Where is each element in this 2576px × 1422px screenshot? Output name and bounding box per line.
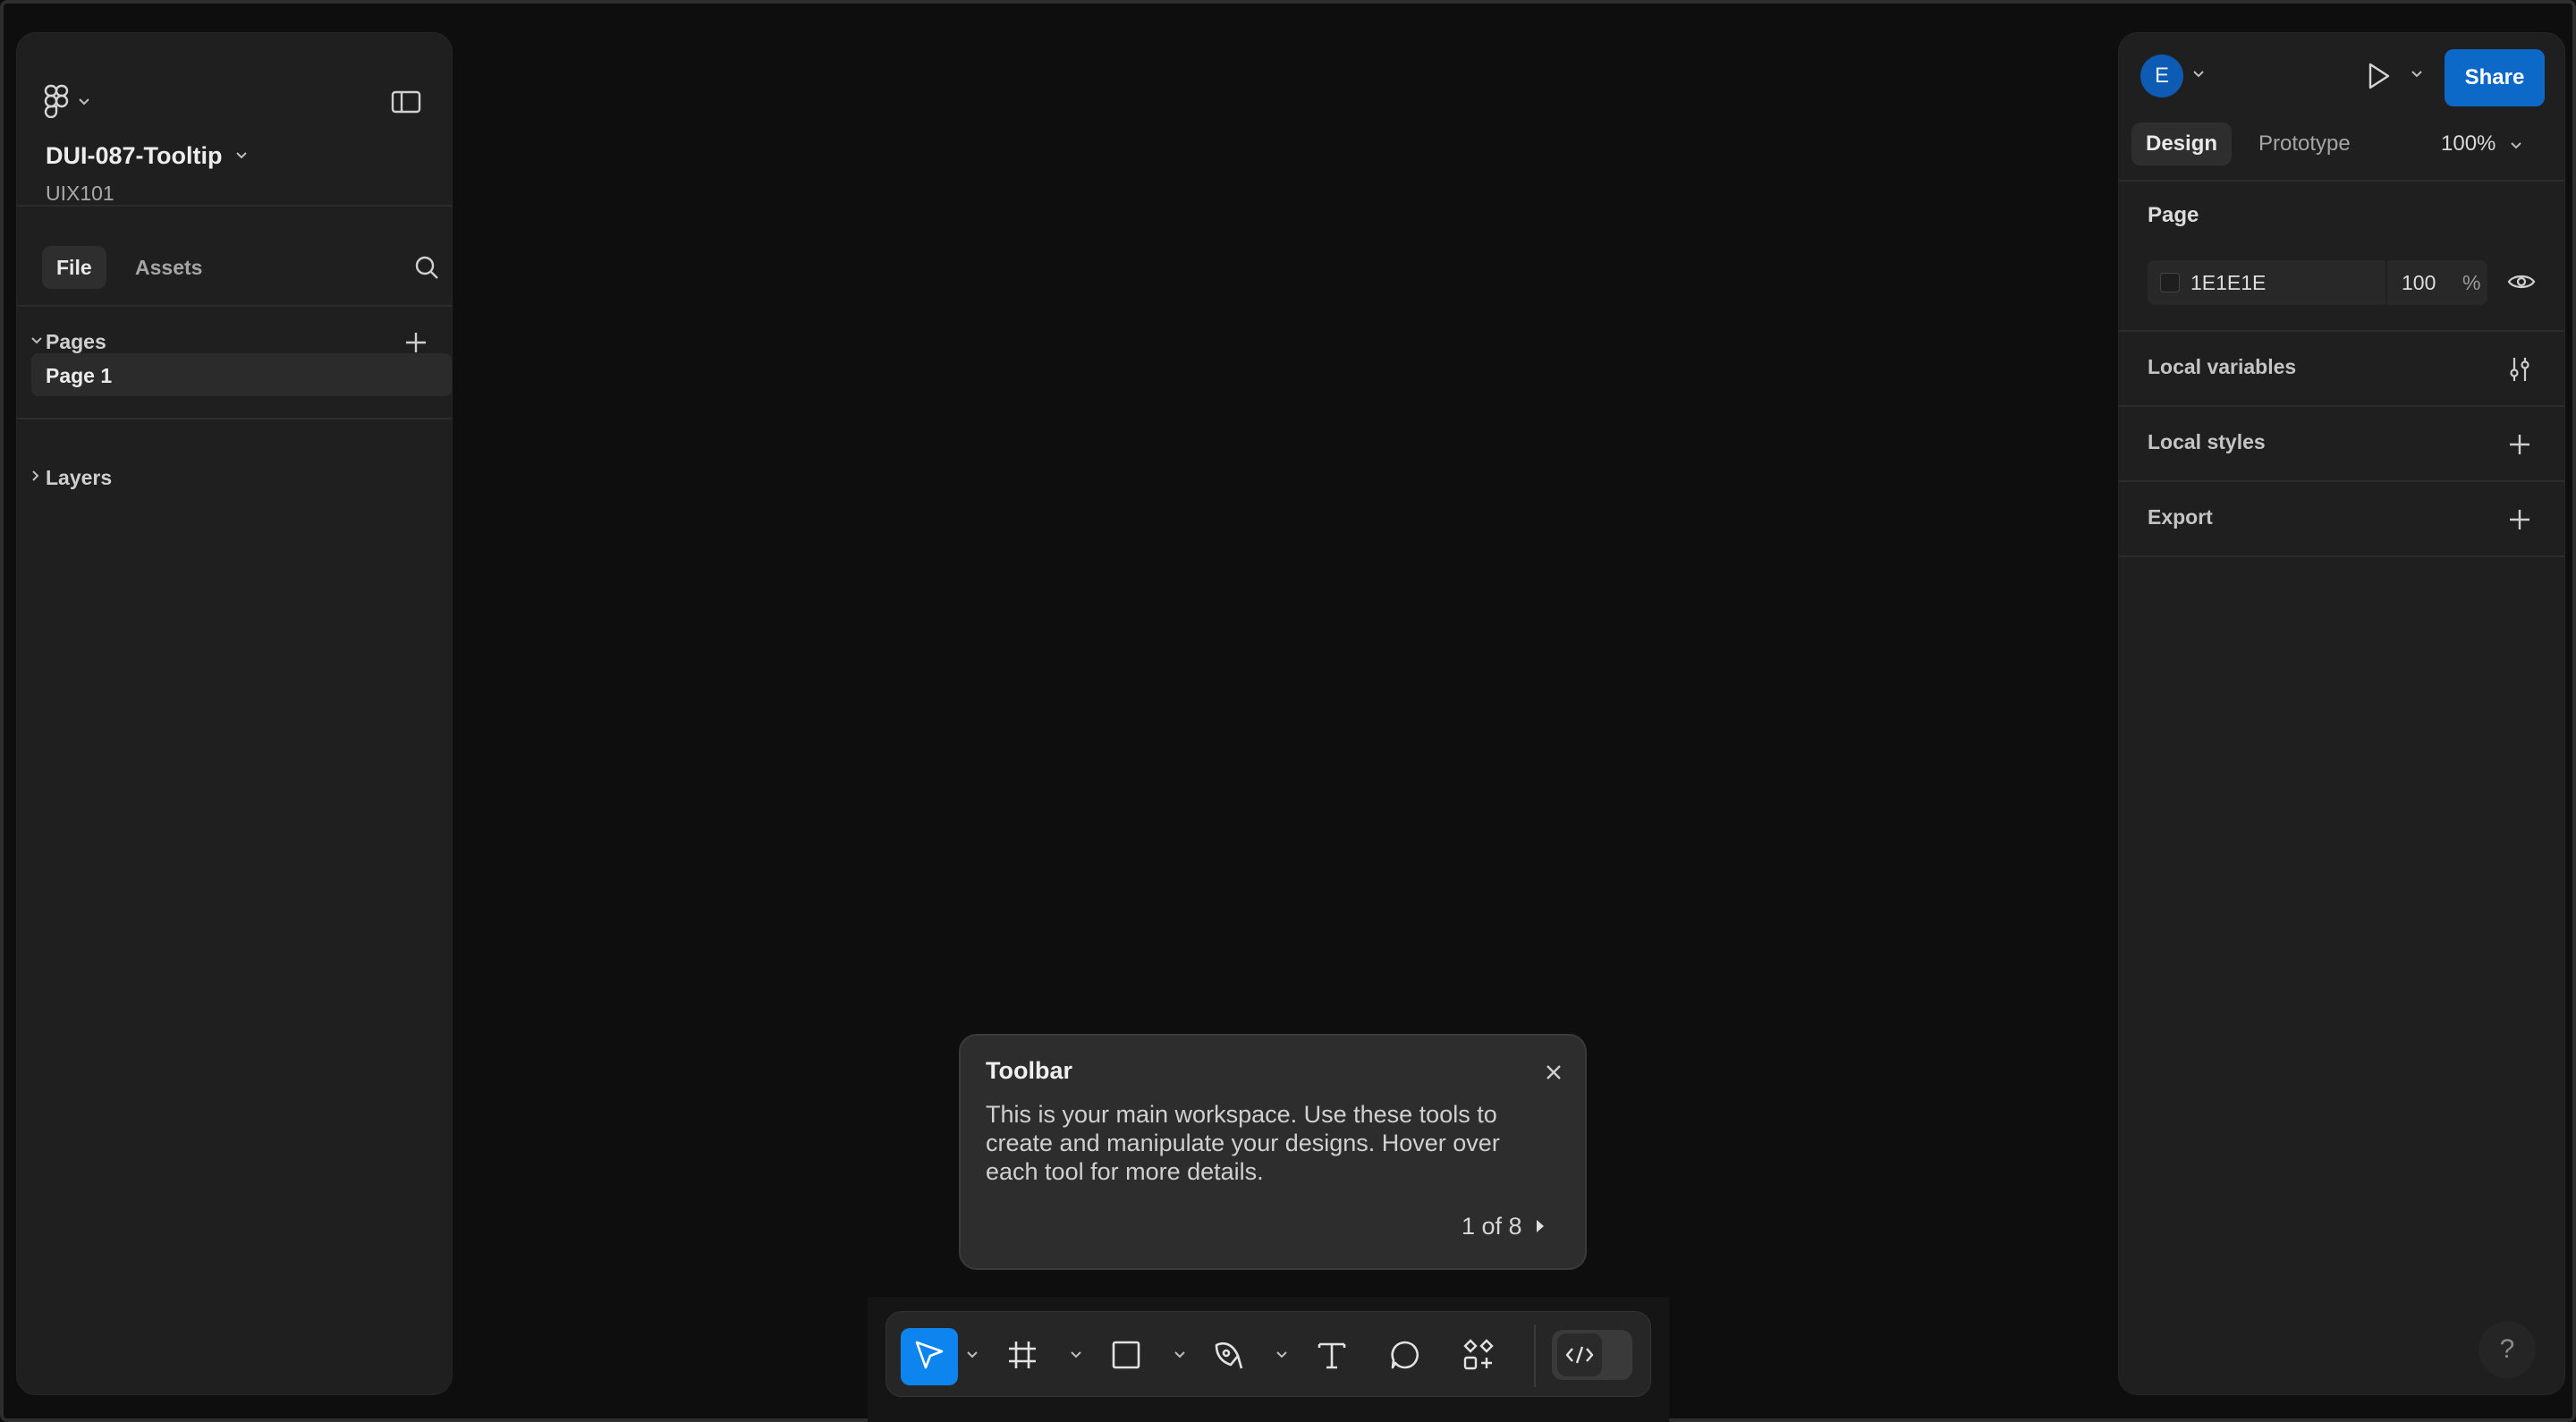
- left-tabs: File Assets: [30, 241, 441, 296]
- tooltip-next-button[interactable]: 1 of 8: [1462, 1213, 1546, 1240]
- toggle-visibility-button[interactable]: [2504, 266, 2539, 301]
- tab-prototype[interactable]: Prototype: [2244, 123, 2365, 165]
- comment-tool-button[interactable]: [1377, 1328, 1434, 1385]
- tooltip-title: Toolbar: [986, 1057, 1072, 1084]
- tooltip-body: This is your main workspace. Use these t…: [986, 1101, 1500, 1185]
- close-icon: [1545, 1063, 1563, 1086]
- color-swatch[interactable]: [2160, 273, 2180, 292]
- caret-right-icon: [1535, 1213, 1546, 1240]
- file-title: DUI-087-Tooltip: [46, 142, 223, 169]
- chevron-right-icon: [31, 470, 40, 486]
- chevron-down-icon[interactable]: [2411, 67, 2423, 83]
- close-tooltip-button[interactable]: [1540, 1061, 1567, 1088]
- page-background-field[interactable]: 1E1E1E 100 %: [2148, 260, 2487, 305]
- tab-file[interactable]: File: [42, 246, 106, 289]
- layers-label: Layers: [46, 466, 113, 489]
- chevron-down-icon[interactable]: [1174, 1348, 1185, 1364]
- frame-icon: [1006, 1339, 1038, 1375]
- components-icon: [1462, 1338, 1496, 1376]
- text-icon: [1316, 1339, 1348, 1375]
- chevron-down-icon[interactable]: [1071, 1348, 1081, 1364]
- divider: [17, 418, 452, 419]
- file-header: DUI-087-Tooltip UIX101: [17, 33, 452, 205]
- comment-icon: [1389, 1339, 1421, 1375]
- dev-mode-toggle[interactable]: [1552, 1330, 1632, 1380]
- chevron-down-icon: [2510, 123, 2522, 165]
- page-list-item[interactable]: Page 1: [31, 353, 452, 396]
- background-hex-value[interactable]: 1E1E1E: [2190, 271, 2266, 295]
- app-window: DUI-087-Tooltip UIX101 File Assets Pages…: [0, 0, 2576, 1422]
- cursor-icon: [912, 1338, 946, 1376]
- avatar[interactable]: E: [2140, 55, 2183, 97]
- page-section-title: Page: [2148, 203, 2199, 227]
- share-button[interactable]: Share: [2445, 49, 2545, 106]
- plus-icon: [406, 333, 426, 352]
- tooltip-step-counter: 1 of 8: [1462, 1213, 1522, 1240]
- pages-label: Pages: [46, 330, 106, 353]
- chevron-down-icon: [235, 148, 248, 165]
- zoom-dropdown[interactable]: 100%: [2441, 123, 2522, 165]
- local-styles-label: Local styles: [2148, 430, 2266, 453]
- toggle-sidebar-button[interactable]: [386, 83, 427, 124]
- chevron-down-icon[interactable]: [1276, 1348, 1287, 1364]
- actions-tool-button[interactable]: [1450, 1328, 1507, 1385]
- tab-assets[interactable]: Assets: [121, 246, 216, 289]
- pen-tool-button[interactable]: [1199, 1328, 1257, 1385]
- chevron-down-icon: [31, 334, 42, 350]
- rectangle-icon: [1110, 1339, 1142, 1375]
- divider: [17, 305, 452, 307]
- tab-design[interactable]: Design: [2131, 123, 2233, 165]
- export-row[interactable]: Export: [2119, 482, 2564, 555]
- plus-icon[interactable]: [2504, 428, 2536, 461]
- field-separator: [2385, 260, 2387, 305]
- zoom-level: 100%: [2441, 131, 2496, 156]
- percent-sign: %: [2462, 271, 2481, 294]
- plus-icon[interactable]: [2504, 504, 2536, 536]
- sidebar-icon: [391, 90, 421, 118]
- code-icon: [1557, 1333, 1602, 1376]
- main-menu-button[interactable]: [44, 76, 115, 130]
- divider: [17, 205, 452, 207]
- right-sidebar: E Share Design Prototype 100% Page 1E1E1…: [2118, 32, 2565, 1395]
- local-variables-label: Local variables: [2148, 355, 2297, 378]
- shape-tool-button[interactable]: [1097, 1328, 1155, 1385]
- left-sidebar: DUI-087-Tooltip UIX101 File Assets Pages…: [16, 32, 453, 1395]
- divider: [2119, 180, 2564, 182]
- figma-logo-icon: [44, 84, 69, 123]
- move-tool-button[interactable]: [901, 1328, 958, 1385]
- background-opacity-value[interactable]: 100: [2402, 271, 2436, 295]
- frame-tool-button[interactable]: [994, 1328, 1051, 1385]
- sliders-icon[interactable]: [2504, 353, 2536, 385]
- divider: [2119, 555, 2564, 557]
- play-icon: [2365, 62, 2392, 95]
- help-button[interactable]: ?: [2479, 1321, 2536, 1378]
- pen-icon: [1211, 1338, 1245, 1376]
- eye-icon: [2507, 272, 2536, 296]
- file-title-button[interactable]: DUI-087-Tooltip: [46, 142, 248, 170]
- local-styles-row[interactable]: Local styles: [2119, 407, 2564, 480]
- chevron-down-icon[interactable]: [2192, 67, 2205, 83]
- local-variables-row[interactable]: Local variables: [2119, 332, 2564, 405]
- layers-section-header[interactable]: Layers: [17, 453, 452, 504]
- search-button[interactable]: [409, 251, 445, 287]
- text-tool-button[interactable]: [1303, 1328, 1360, 1385]
- bottom-toolbar: [886, 1311, 1651, 1397]
- export-label: Export: [2148, 505, 2213, 529]
- project-name[interactable]: UIX101: [46, 182, 114, 206]
- toolbar-separator: [1534, 1325, 1536, 1387]
- page-name: Page 1: [46, 364, 113, 387]
- search-icon: [413, 254, 440, 285]
- present-button[interactable]: [2359, 58, 2398, 97]
- chevron-down-icon[interactable]: [967, 1348, 978, 1364]
- chevron-down-icon: [78, 95, 90, 111]
- onboarding-tooltip: Toolbar This is your main workspace. Use…: [959, 1034, 1587, 1270]
